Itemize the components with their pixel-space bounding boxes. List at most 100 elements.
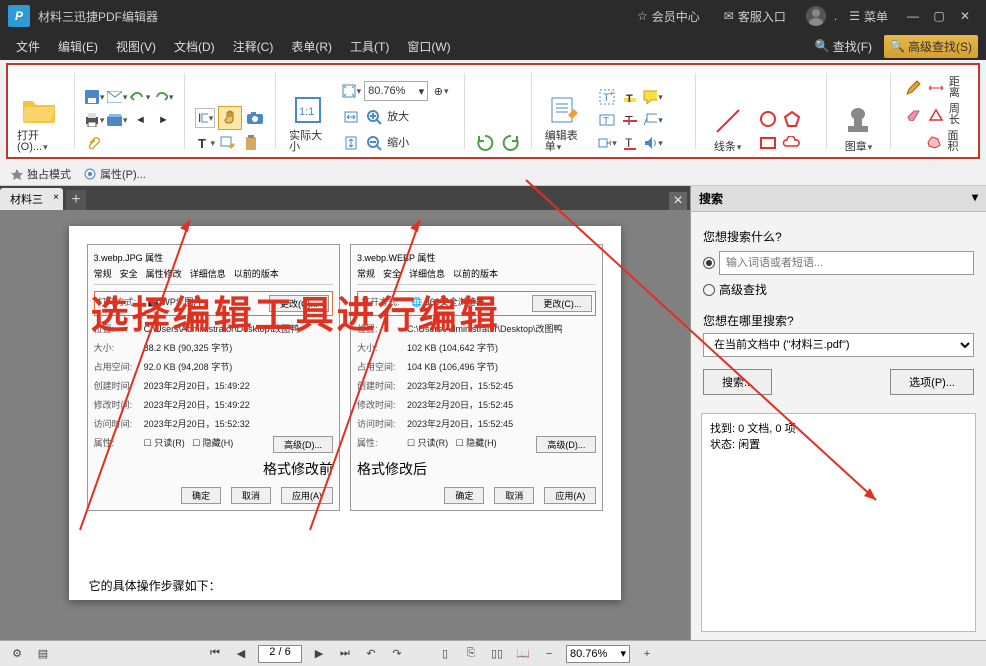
zoom-out-icon[interactable] [364,133,384,153]
advanced-search-radio[interactable]: 高级查找 [703,281,974,298]
cloud-icon[interactable] [782,133,802,153]
fit-view-icon[interactable] [341,81,361,101]
page-number-input[interactable]: 2 / 6 [258,645,302,663]
sb-zoom-in-icon[interactable]: + [638,645,656,663]
note-icon[interactable] [643,87,663,107]
edit-form-icon[interactable] [546,91,584,129]
clipboard-icon[interactable] [241,133,261,153]
menu-edit[interactable]: 编辑(E) [50,34,106,59]
exclusive-mode-button[interactable]: 独占模式 [10,166,71,182]
fwd-nav-icon[interactable]: ↷ [388,645,406,663]
select-tools-group: I T [195,69,265,153]
properties-button[interactable]: 属性(P)... [83,166,146,182]
save-icon[interactable] [84,87,104,107]
main-menu-button[interactable]: ☰ 菜单 [849,8,888,25]
zoom-plus-icon[interactable]: ⊕ [431,81,451,101]
search-scope-select[interactable]: 在当前文档中 ("材料三.pdf") [703,333,974,357]
eraser-icon[interactable] [904,105,922,125]
menu-window[interactable]: 窗口(W) [399,34,458,59]
textbox-icon[interactable]: T [597,110,617,130]
search-input[interactable] [719,251,974,275]
polygon-icon[interactable] [782,109,802,129]
back-nav-icon[interactable]: ↶ [362,645,380,663]
advanced-find-button[interactable]: 🔍 高级查找(S) [884,35,978,58]
document-canvas[interactable]: 3.webp.JPG 属性 常规安全属性修改详细信息以前的版本 打开方式:📷 W… [0,210,690,640]
member-center-link[interactable]: ☆ 会员中心 [637,8,700,25]
menu-document[interactable]: 文档(D) [166,34,223,59]
search-panel-menu-icon[interactable]: ▾ [972,190,978,207]
close-button[interactable]: ✕ [952,9,978,23]
prev-page-nav-icon[interactable]: ◀ [232,645,250,663]
sb-gear-icon[interactable]: ⚙ [8,645,26,663]
close-all-tabs-button[interactable]: × [669,192,687,210]
document-tab[interactable]: 材料三 × [0,188,63,210]
first-page-icon[interactable]: ⏮ [206,645,224,663]
link-icon[interactable] [597,133,617,153]
pencil-icon[interactable] [904,78,922,98]
sb-zoom-input[interactable]: 80.76%▾ [566,645,630,663]
redo-icon[interactable] [153,87,173,107]
sb-continuous-icon[interactable]: ⎘ [462,645,480,663]
open-folder-icon[interactable] [20,91,58,129]
actual-size-icon[interactable]: 1:1 [289,91,327,129]
service-entry-link[interactable]: ✉ 客服入口 [724,8,786,25]
hand-tool-icon[interactable] [218,106,242,130]
circle-icon[interactable] [758,109,778,129]
menu-view[interactable]: 视图(V) [108,34,164,59]
area-icon[interactable] [924,132,944,152]
rect-icon[interactable] [758,133,778,153]
distance-icon[interactable] [927,78,945,98]
text-select-icon[interactable]: I [195,108,215,128]
workspace: 材料三 × + × 3.webp.JPG 属性 常规安全属性修改详细信息以前的版… [0,186,986,640]
strikethrough-icon[interactable]: T [620,110,640,130]
user-avatar[interactable] [806,6,826,26]
prev-page-icon[interactable]: ◄ [130,110,150,130]
highlight-icon[interactable]: T [620,87,640,107]
mail-icon[interactable] [107,87,127,107]
next-page-icon[interactable]: ► [153,110,173,130]
menu-form[interactable]: 表单(R) [283,34,340,59]
sb-layout-icon[interactable]: ▤ [34,645,52,663]
search-options-button[interactable]: 选项(P)... [890,369,974,395]
sb-two-page-icon[interactable]: ▯▯ [488,645,506,663]
callout-icon[interactable] [643,110,663,130]
sb-zoom-out-icon[interactable]: − [540,645,558,663]
zoom-in-icon[interactable] [364,107,384,127]
find-button[interactable]: 🔍 查找(F) [809,36,878,57]
stamp-icon[interactable] [839,102,877,140]
tab-close-icon[interactable]: × [53,192,59,203]
add-text-icon[interactable]: T+ [597,87,617,107]
zoom-value-input[interactable]: 80.76%▾ [364,81,428,101]
fit-width-icon[interactable] [341,107,361,127]
maximize-button[interactable]: ▢ [926,9,952,23]
line-tool-icon[interactable] [709,102,747,140]
open-label[interactable]: 打开(O)... [17,131,61,153]
fit-height-icon[interactable] [341,133,361,153]
sb-book-icon[interactable]: 📖 [514,645,532,663]
rotate-ccw-icon[interactable] [501,133,521,153]
rotate-cw-icon[interactable] [475,133,495,153]
underline-icon[interactable]: T [620,133,640,153]
search-button[interactable]: 搜索... [703,369,772,395]
scan-icon[interactable] [107,110,127,130]
attach-icon[interactable] [84,133,104,153]
document-area: 材料三 × + × 3.webp.JPG 属性 常规安全属性修改详细信息以前的版… [0,186,690,640]
undo-icon[interactable] [130,87,150,107]
print-icon[interactable] [84,110,104,130]
menu-tool[interactable]: 工具(T) [342,34,397,59]
sound-icon[interactable] [643,133,663,153]
edit-text-icon[interactable]: T [195,133,215,153]
menu-comment[interactable]: 注释(C) [225,34,282,59]
svg-text:T: T [626,93,633,104]
search-term-radio[interactable] [703,251,974,275]
edit-object-icon[interactable] [218,133,238,153]
perimeter-icon[interactable] [927,105,945,125]
add-tab-button[interactable]: + [66,190,86,210]
next-page-nav-icon[interactable]: ▶ [310,645,328,663]
menu-file[interactable]: 文件 [8,34,48,59]
sb-single-page-icon[interactable]: ▯ [436,645,454,663]
minimize-button[interactable]: — [900,9,926,23]
snapshot-icon[interactable] [245,108,265,128]
last-page-icon[interactable]: ⏭ [336,645,354,663]
svg-text:T: T [603,116,609,127]
